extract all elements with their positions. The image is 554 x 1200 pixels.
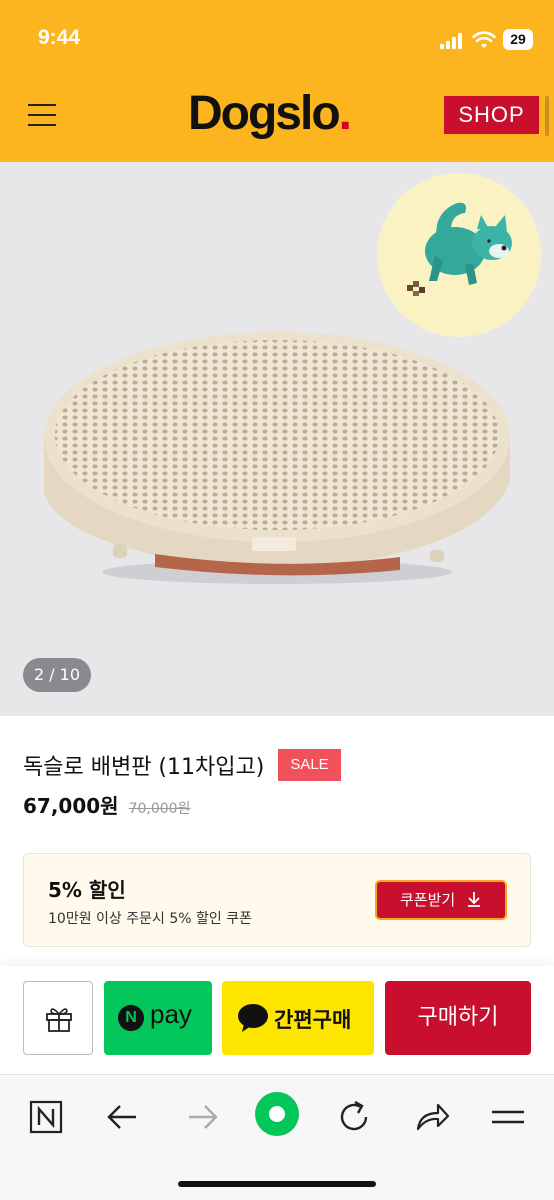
site-logo[interactable]: Dogslo.: [188, 86, 352, 141]
back-icon[interactable]: [102, 1095, 146, 1139]
coupon-button-label: 쿠폰받기: [400, 891, 456, 909]
status-bar: 9:44 29: [0, 0, 554, 80]
page: 9:44 29 Dogslo. SHOP 2 / 10 독슬로 배변판 (11차…: [0, 0, 554, 1200]
gift-button[interactable]: [23, 981, 93, 1055]
naver-pay-button[interactable]: N pay: [104, 981, 212, 1055]
wifi-icon: [472, 31, 496, 48]
download-icon: [467, 892, 480, 907]
top-banner: 9:44 29 Dogslo. SHOP: [0, 0, 554, 162]
signal-icon: [440, 33, 466, 49]
feature-badge: [377, 173, 541, 337]
npay-label: pay: [150, 999, 192, 1029]
coupon-title: 5% 할인: [48, 878, 126, 902]
status-time: 9:44: [38, 26, 81, 49]
shop-button[interactable]: SHOP: [444, 96, 539, 134]
site-header: Dogslo. SHOP: [0, 80, 554, 162]
product-title: 독슬로 배변판 (11차입고): [23, 755, 265, 780]
home-dot-icon[interactable]: [254, 1091, 300, 1137]
logo-text: Dogslo: [188, 87, 341, 140]
price-row: 67,000원 70,000원: [23, 790, 190, 819]
forward-icon[interactable]: [180, 1095, 224, 1139]
gift-icon: [46, 1008, 72, 1032]
kakao-label: 간편구매: [274, 1008, 352, 1032]
logo-dot: .: [338, 87, 352, 140]
buy-now-button[interactable]: 구매하기: [385, 981, 531, 1055]
share-icon[interactable]: [410, 1095, 454, 1139]
pet-illustration: [407, 202, 512, 296]
coupon-box: 5% 할인 10만원 이상 주문시 5% 할인 쿠폰 쿠폰받기: [23, 853, 531, 947]
coupon-description: 10만원 이상 주문시 5% 할인 쿠폰: [48, 911, 252, 927]
browser-toolbar: [0, 1074, 554, 1200]
menu-icon[interactable]: [28, 102, 58, 128]
kakao-quick-buy-button[interactable]: 간편구매: [222, 981, 374, 1055]
home-indicator: [178, 1181, 376, 1187]
more-icon[interactable]: [486, 1095, 530, 1139]
original-price: 70,000원: [128, 801, 191, 817]
product-gallery[interactable]: 2 / 10: [0, 162, 554, 716]
naver-icon[interactable]: [24, 1095, 68, 1139]
sale-price: 67,000원: [23, 794, 119, 818]
image-counter: 2 / 10: [23, 658, 91, 692]
scroll-indicator: [545, 96, 549, 136]
chat-bubble-icon: [238, 1004, 268, 1032]
reload-icon[interactable]: [332, 1095, 376, 1139]
product-title-row: 독슬로 배변판 (11차입고) SALE: [23, 748, 341, 782]
purchase-action-bar: N pay 간편구매 구매하기: [0, 966, 554, 1074]
battery-indicator: 29: [503, 29, 533, 50]
naver-n-icon: N: [118, 1005, 144, 1031]
sale-badge: SALE: [278, 749, 341, 781]
coupon-download-button[interactable]: 쿠폰받기: [375, 880, 507, 920]
